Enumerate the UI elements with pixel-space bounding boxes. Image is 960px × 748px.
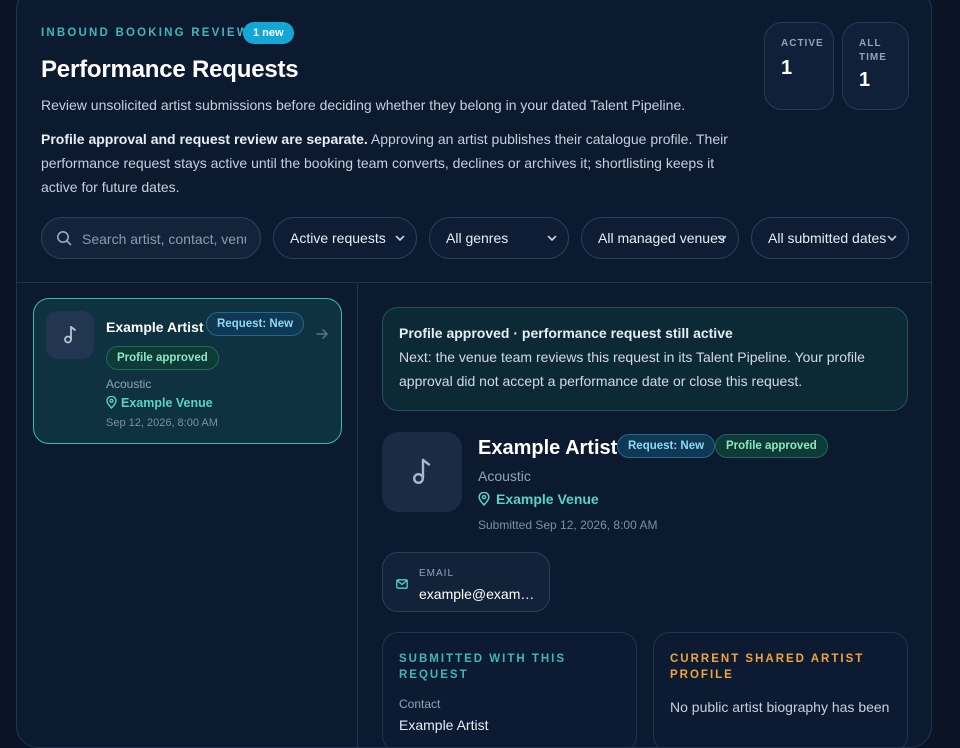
music-note-icon <box>64 326 76 344</box>
stat-active: ACTIVE 1 <box>764 22 834 110</box>
email-contact-card[interactable]: EMAIL example@example.com <box>382 552 550 612</box>
email-value: example@example.com <box>419 586 541 602</box>
profile-status-badge: Profile approved <box>106 346 219 370</box>
stat-all-time: ALL TIME 1 <box>842 22 909 110</box>
artist-avatar <box>46 311 94 359</box>
venue-filter-value: All managed venues <box>598 230 725 246</box>
status-filter-select[interactable]: Active requests <box>273 217 417 259</box>
shared-profile-box: CURRENT SHARED ARTIST PROFILE No public … <box>653 632 908 747</box>
stat-all-time-label: ALL TIME <box>859 38 887 63</box>
notice-title: Profile approved · performance request s… <box>399 325 733 341</box>
submitted-box-heading: SUBMITTED WITH THIS REQUEST <box>399 653 567 681</box>
approval-explanation: Profile approval and request review are … <box>41 127 741 199</box>
detail-venue: Example Venue <box>478 491 599 507</box>
profile-box-text: No public artist biography has been <box>670 699 890 715</box>
request-list-item[interactable]: Example Artist Request: New Profile appr… <box>33 298 342 444</box>
date-filter-select[interactable]: All submitted dates <box>751 217 909 259</box>
detail-venue-name[interactable]: Example Venue <box>496 491 599 507</box>
arrow-right-icon <box>316 329 328 339</box>
contact-value: Example Artist <box>399 717 489 733</box>
request-artist-name: Example Artist <box>106 319 204 335</box>
approval-notice: Profile approved · performance request s… <box>382 307 908 411</box>
profile-box-heading: CURRENT SHARED ARTIST PROFILE <box>670 653 865 681</box>
submitted-request-box: SUBMITTED WITH THIS REQUEST Contact Exam… <box>382 632 637 747</box>
search-input[interactable] <box>82 228 246 250</box>
page-subtitle: Review unsolicited artist submissions be… <box>41 97 686 113</box>
email-label: EMAIL <box>419 568 455 579</box>
chevron-down-icon <box>887 235 897 241</box>
request-status-badge: Request: New <box>206 312 305 336</box>
page-title: Performance Requests <box>41 56 299 83</box>
genre-filter-value: All genres <box>446 230 509 246</box>
performance-requests-panel: INBOUND BOOKING REVIEW 1 new Performance… <box>16 0 932 748</box>
explanation-bold: Profile approval and request review are … <box>41 131 368 147</box>
chevron-down-icon <box>395 235 405 241</box>
map-pin-icon <box>478 491 490 506</box>
detail-profile-badge: Profile approved <box>715 434 828 458</box>
request-genre: Acoustic <box>106 377 152 391</box>
detail-submitted-date: Submitted Sep 12, 2026, 8:00 AM <box>478 518 658 532</box>
column-divider <box>357 283 358 747</box>
new-count-badge: 1 new <box>243 22 294 44</box>
contact-label: Contact <box>399 697 441 711</box>
section-eyebrow: INBOUND BOOKING REVIEW <box>41 27 250 39</box>
venue-filter-select[interactable]: All managed venues <box>581 217 739 259</box>
chevron-down-icon <box>717 235 727 241</box>
notice-text: Next: the venue team reviews this reques… <box>399 349 865 389</box>
stat-active-value: 1 <box>781 57 793 79</box>
mail-icon <box>396 579 408 589</box>
detail-genre: Acoustic <box>478 468 531 484</box>
stat-active-label: ACTIVE <box>781 38 824 49</box>
chevron-down-icon <box>547 235 557 241</box>
detail-artist-name: Example Artist <box>478 437 618 459</box>
detail-request-badge: Request: New <box>617 434 716 458</box>
status-filter-value: Active requests <box>290 230 386 246</box>
request-date: Sep 12, 2026, 8:00 AM <box>106 417 218 429</box>
music-note-icon <box>412 458 431 485</box>
header-divider <box>17 282 931 283</box>
genre-filter-select[interactable]: All genres <box>429 217 569 259</box>
request-venue-name: Example Venue <box>121 396 213 410</box>
search-icon <box>57 231 72 246</box>
stat-all-time-value: 1 <box>859 69 871 91</box>
artist-avatar-large <box>382 432 462 512</box>
search-field[interactable] <box>41 217 261 259</box>
date-filter-value: All submitted dates <box>768 230 887 246</box>
map-pin-icon <box>106 395 117 409</box>
request-venue: Example Venue <box>106 395 213 410</box>
